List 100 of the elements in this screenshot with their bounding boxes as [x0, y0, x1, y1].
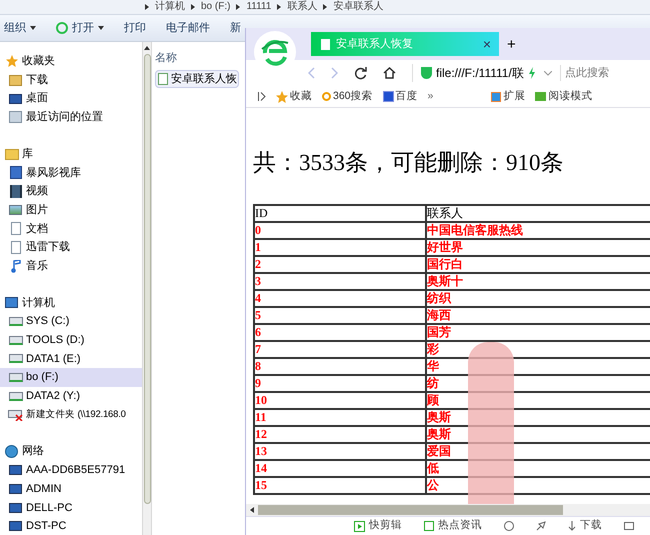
nav-item[interactable]: AAA-DD6B5E57791: [0, 461, 142, 480]
breadcrumb-item[interactable]: 计算机: [155, 2, 185, 12]
toolbar-button[interactable]: 组织: [4, 20, 36, 36]
nav-item[interactable]: 新建文件夹 (\\192.168.0: [0, 406, 142, 424]
nav-label: DST-PC: [26, 519, 66, 534]
horizontal-scrollbar[interactable]: [246, 504, 650, 516]
file-item[interactable]: 安卓联系人恢: [155, 70, 239, 88]
back-icon: [308, 67, 315, 79]
scroll-left-arrow-icon: [250, 507, 254, 513]
drive-icon: [8, 336, 22, 345]
download-arrow-icon: [568, 521, 576, 531]
reading-mode-button[interactable]: 阅读模式: [535, 88, 592, 104]
status-item[interactable]: 快剪辑: [354, 518, 402, 534]
nav-item[interactable]: DATA1 (E:): [0, 350, 142, 368]
tab-close-button[interactable]: ×: [475, 32, 499, 56]
document-icon: [10, 222, 20, 236]
bookmark-item[interactable]: 360搜索: [322, 88, 373, 104]
toolbar-button[interactable]: 打开: [56, 20, 104, 36]
nav-item[interactable]: DELL-PC: [0, 498, 142, 518]
scrollbar-thumb[interactable]: [258, 505, 563, 515]
folder-icon: [9, 74, 22, 86]
star-icon: [6, 55, 18, 68]
table-cell: 国行白: [426, 256, 650, 272]
star-icon: [276, 90, 288, 102]
forward-icon: [331, 67, 338, 79]
bookmark-item[interactable]: 百度: [382, 88, 418, 104]
nav-item[interactable]: SYS (C:): [0, 312, 142, 331]
nav-label: 桌面: [26, 90, 48, 106]
breadcrumb-item[interactable]: 11111: [246, 2, 272, 12]
breadcrumb-item[interactable]: 安卓联系人: [333, 2, 384, 12]
nav-item[interactable]: 下载: [0, 70, 142, 90]
folder-icon: [4, 148, 18, 160]
nav-item[interactable]: 图片: [0, 200, 142, 220]
nav-label: AAA-DD6B5E57791: [26, 463, 126, 478]
toolbar-button[interactable]: 打印: [124, 20, 146, 36]
status-item[interactable]: 下载: [568, 518, 602, 534]
reload-icon: [354, 66, 367, 80]
nav-label: 图片: [26, 202, 48, 218]
address-field[interactable]: file:///F:/11111/联: [412, 64, 552, 82]
nav-label: 下载: [26, 72, 48, 88]
nav-label: DELL-PC: [26, 500, 72, 516]
breadcrumb-item[interactable]: bo (F:): [201, 2, 230, 12]
nav-item[interactable]: ADMIN: [0, 480, 142, 498]
nav-label: 暴风影视库: [26, 166, 81, 181]
extensions-button[interactable]: 扩展: [491, 88, 526, 104]
search-field[interactable]: 点此搜索: [560, 64, 618, 82]
nav-item[interactable]: bo (F:): [0, 368, 142, 387]
nav-item[interactable]: TOOLS (D:): [0, 330, 142, 350]
toolbar-button[interactable]: 电子邮件: [166, 20, 210, 36]
table-cell: 11: [254, 408, 426, 426]
table-cell: 0: [254, 222, 426, 238]
scrollbar-thumb[interactable]: [144, 54, 150, 504]
nav-item[interactable]: 收藏夹: [0, 52, 142, 71]
drive-icon: [8, 317, 22, 326]
nav-item[interactable]: 暴风影视库: [0, 163, 142, 182]
browser-tab[interactable]: 安卓联系人恢复 ×: [311, 32, 499, 56]
scrollbar[interactable]: [142, 42, 152, 535]
nav-label: 库: [22, 146, 33, 162]
nav-item[interactable]: 迅雷下载: [0, 238, 142, 257]
address-bar[interactable]: 计算机 bo (F:) 11111 联系人 安卓联系人: [0, 0, 650, 15]
drive-icon: [8, 392, 22, 401]
nav-item[interactable]: DATA2 (Y:): [0, 387, 142, 406]
toolbar-button[interactable]: 新: [230, 20, 241, 36]
table-cell: 纺织: [426, 290, 650, 306]
dropdown-caret-icon: [544, 70, 552, 76]
table-cell: 1: [254, 238, 426, 256]
more-bookmarks-button[interactable]: »: [428, 88, 434, 104]
chevron-right-icon: [191, 4, 195, 10]
table-cell: 12: [254, 426, 426, 442]
nav-item[interactable]: 库: [0, 144, 142, 164]
table-cell: 5: [254, 306, 426, 324]
bookmark-item[interactable]: 收藏: [276, 88, 312, 104]
nav-item[interactable]: 文档: [0, 220, 142, 238]
new-tab-button[interactable]: +: [507, 37, 516, 52]
nav-item[interactable]: DST-PC: [0, 517, 142, 535]
browser-logo-icon: [56, 22, 68, 34]
caret-icon: [98, 26, 104, 30]
table-cell: 10: [254, 392, 426, 408]
home-icon: [383, 67, 396, 79]
table-cell: 中国电信客服热线: [426, 222, 650, 238]
nav-item[interactable]: 最近访问的位置: [0, 108, 142, 127]
drive-icon: [8, 373, 22, 382]
nav-item[interactable]: 音乐: [0, 256, 142, 276]
status-item[interactable]: 热点资讯: [424, 518, 482, 534]
html-file-icon: [158, 73, 168, 85]
breadcrumb-item[interactable]: 联系人: [287, 2, 318, 12]
lightning-icon: [528, 67, 536, 79]
ring-icon: [322, 92, 331, 101]
table-header: ID: [254, 204, 426, 222]
nav-item[interactable]: 网络: [0, 442, 142, 462]
nav-item[interactable]: 桌面: [0, 89, 142, 108]
chevron-right-icon: [145, 4, 149, 10]
page-heading: 共：3533条，可能删除：910条: [253, 149, 564, 177]
column-header[interactable]: 名称: [155, 50, 177, 66]
table-cell: 9: [254, 374, 426, 392]
clock-icon[interactable]: [504, 521, 514, 531]
nav-item[interactable]: 视频: [0, 182, 142, 201]
nav-item[interactable]: 计算机: [0, 294, 142, 312]
table-cell: 海西: [426, 306, 650, 324]
nav-label: 文档: [26, 222, 48, 237]
